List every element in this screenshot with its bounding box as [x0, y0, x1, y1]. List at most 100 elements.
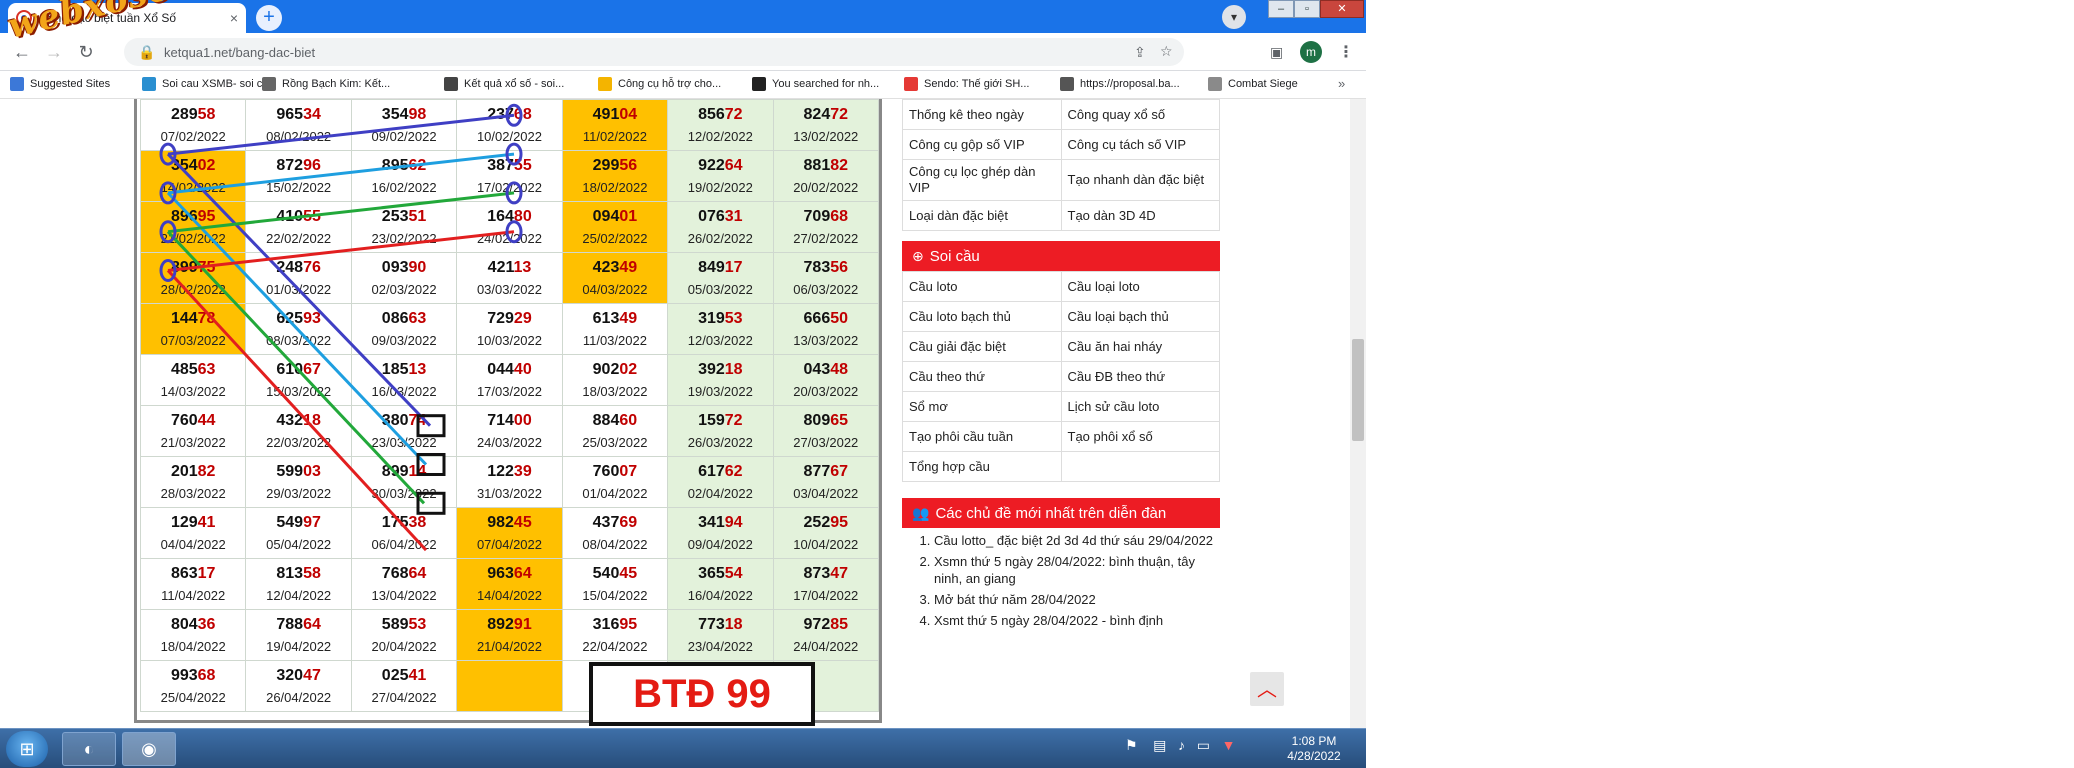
soicau-link[interactable]: Tổng hợp cầu	[902, 451, 1062, 482]
draw-date[interactable]: 27/02/2022	[774, 230, 878, 247]
browser-menu-icon[interactable]: ⋮	[1338, 42, 1354, 62]
draw-date[interactable]: 15/02/2022	[246, 179, 350, 196]
bookmark-item[interactable]: You searched for nh...	[752, 77, 879, 91]
tool-link[interactable]: Tạo nhanh dàn đặc biệt	[1060, 159, 1220, 201]
draw-date[interactable]: 13/04/2022	[352, 587, 456, 604]
draw-date[interactable]: 17/04/2022	[774, 587, 878, 604]
draw-date[interactable]: 22/02/2022	[246, 230, 350, 247]
draw-date[interactable]: 22/04/2022	[563, 638, 667, 655]
draw-date[interactable]: 23/02/2022	[352, 230, 456, 247]
bookmark-item[interactable]: Công cụ hỗ trợ cho...	[598, 77, 721, 91]
draw-date[interactable]: 13/02/2022	[774, 128, 878, 145]
scrollbar-thumb[interactable]	[1352, 339, 1364, 441]
draw-date[interactable]: 03/03/2022	[457, 281, 561, 298]
draw-date[interactable]: 19/02/2022	[668, 179, 772, 196]
tray-flag-icon[interactable]: ⚑	[1125, 737, 1138, 753]
taskbar-app-icon[interactable]: ◐	[62, 732, 116, 766]
draw-date[interactable]: 19/04/2022	[246, 638, 350, 655]
draw-date[interactable]: 26/04/2022	[246, 689, 350, 706]
draw-date[interactable]: 15/04/2022	[563, 587, 667, 604]
bookmark-item[interactable]: Soi cau XSMB- soi c...	[142, 77, 271, 91]
draw-date[interactable]: 28/03/2022	[141, 485, 245, 502]
forum-topic-link[interactable]: Cầu lotto_ đặc biệt 2d 3d 4d thứ sáu 29/…	[934, 532, 1220, 549]
reload-icon[interactable]: ↻	[74, 41, 98, 65]
bookmark-item[interactable]: Suggested Sites	[10, 77, 110, 91]
draw-date[interactable]: 08/03/2022	[246, 332, 350, 349]
draw-date[interactable]: 05/03/2022	[668, 281, 772, 298]
bookmarks-more-icon[interactable]: »	[1338, 76, 1345, 91]
soicau-link[interactable]: Cầu loại loto	[1060, 271, 1220, 302]
draw-date[interactable]: 24/02/2022	[457, 230, 561, 247]
soicau-link[interactable]: Sổ mơ	[902, 391, 1062, 422]
soicau-link[interactable]: Cầu ăn hai nháy	[1060, 331, 1220, 362]
draw-date[interactable]: 30/03/2022	[352, 485, 456, 502]
sidebar-panel-icon[interactable]: ▣	[1270, 44, 1283, 61]
bookmark-item[interactable]: Sendo: Thế giới SH...	[904, 77, 1029, 91]
draw-date[interactable]: 17/03/2022	[457, 383, 561, 400]
chrome-taskbar-icon[interactable]: ◉	[122, 732, 176, 766]
draw-date[interactable]: 10/02/2022	[457, 128, 561, 145]
soicau-link[interactable]: Cầu giải đặc biệt	[902, 331, 1062, 362]
draw-date[interactable]: 10/03/2022	[457, 332, 561, 349]
draw-date[interactable]: 28/02/2022	[141, 281, 245, 298]
draw-date[interactable]: 19/03/2022	[668, 383, 772, 400]
draw-date[interactable]: 31/03/2022	[457, 485, 561, 502]
forum-topic-link[interactable]: Mở bát thứ năm 28/04/2022	[934, 591, 1220, 608]
address-bar[interactable]: 🔒 ketqua1.net/bang-dac-biet ⇪ ☆	[124, 38, 1184, 66]
tool-link[interactable]: Tạo dàn 3D 4D	[1060, 200, 1220, 231]
draw-date[interactable]: 11/03/2022	[563, 332, 667, 349]
draw-date[interactable]: 11/04/2022	[141, 587, 245, 604]
draw-date[interactable]: 10/04/2022	[774, 536, 878, 553]
soicau-link[interactable]: Tạo phôi xổ số	[1060, 421, 1220, 452]
profile-avatar[interactable]: m	[1300, 41, 1322, 63]
start-button[interactable]: ⊞	[6, 731, 48, 767]
draw-date[interactable]: 16/02/2022	[352, 179, 456, 196]
tray-antivirus-icon[interactable]: ▼	[1222, 737, 1236, 753]
tool-link[interactable]: Loại dàn đặc biệt	[902, 200, 1062, 231]
scroll-to-top-button[interactable]: ︿	[1250, 672, 1284, 706]
soicau-link[interactable]: Cầu loại bạch thủ	[1060, 301, 1220, 332]
tab-close-icon[interactable]: ×	[230, 10, 238, 26]
draw-date[interactable]: 16/03/2022	[352, 383, 456, 400]
draw-date[interactable]: 04/04/2022	[141, 536, 245, 553]
draw-date[interactable]: 26/03/2022	[668, 434, 772, 451]
tool-link[interactable]: Thống kê theo ngày	[902, 99, 1062, 130]
draw-date[interactable]: 03/04/2022	[774, 485, 878, 502]
draw-date[interactable]: 11/02/2022	[563, 128, 667, 145]
minimize-button[interactable]: –	[1268, 0, 1294, 18]
draw-date[interactable]: 25/02/2022	[563, 230, 667, 247]
draw-date[interactable]: 20/03/2022	[774, 383, 878, 400]
draw-date[interactable]: 12/04/2022	[246, 587, 350, 604]
page-scrollbar[interactable]	[1350, 99, 1366, 728]
forum-topic-link[interactable]: Xsmn thứ 5 ngày 28/04/2022: bình thuận, …	[934, 553, 1220, 587]
soicau-link[interactable]: Cầu loto bạch thủ	[902, 301, 1062, 332]
draw-date[interactable]: 23/03/2022	[352, 434, 456, 451]
draw-date[interactable]: 01/04/2022	[563, 485, 667, 502]
lock-icon[interactable]: 🔒	[138, 44, 155, 61]
taskbar-clock[interactable]: 1:08 PM 4/28/2022	[1282, 734, 1346, 764]
bookmark-item[interactable]: Kết quả xổ số - soi...	[444, 77, 564, 91]
draw-date[interactable]: 02/04/2022	[668, 485, 772, 502]
new-tab-button[interactable]: +	[256, 5, 282, 31]
tool-link[interactable]: Công cụ gộp số VIP	[902, 129, 1062, 160]
draw-date[interactable]: 14/02/2022	[141, 179, 245, 196]
tray-network-icon[interactable]: ▤	[1153, 737, 1166, 753]
draw-date[interactable]: 26/02/2022	[668, 230, 772, 247]
draw-date[interactable]: 02/03/2022	[352, 281, 456, 298]
tool-link[interactable]: Công quay xổ số	[1060, 99, 1220, 130]
draw-date[interactable]: 09/03/2022	[352, 332, 456, 349]
draw-date[interactable]: 21/03/2022	[141, 434, 245, 451]
draw-date[interactable]: 04/03/2022	[563, 281, 667, 298]
window-close-button[interactable]: ✕	[1320, 0, 1364, 18]
bookmark-item[interactable]: https://proposal.ba...	[1060, 77, 1180, 91]
draw-date[interactable]: 09/04/2022	[668, 536, 772, 553]
forum-topic-link[interactable]: Xsmt thứ 5 ngày 28/04/2022 - bình định	[934, 612, 1220, 629]
soicau-link[interactable]: Lịch sử cầu loto	[1060, 391, 1220, 422]
draw-date[interactable]: 25/03/2022	[563, 434, 667, 451]
draw-date[interactable]: 15/03/2022	[246, 383, 350, 400]
draw-date[interactable]: 18/03/2022	[563, 383, 667, 400]
soicau-link[interactable]: Cầu ĐB theo thứ	[1060, 361, 1220, 392]
soicau-link[interactable]: Cầu theo thứ	[902, 361, 1062, 392]
draw-date[interactable]: 20/02/2022	[774, 179, 878, 196]
draw-date[interactable]: 25/04/2022	[141, 689, 245, 706]
